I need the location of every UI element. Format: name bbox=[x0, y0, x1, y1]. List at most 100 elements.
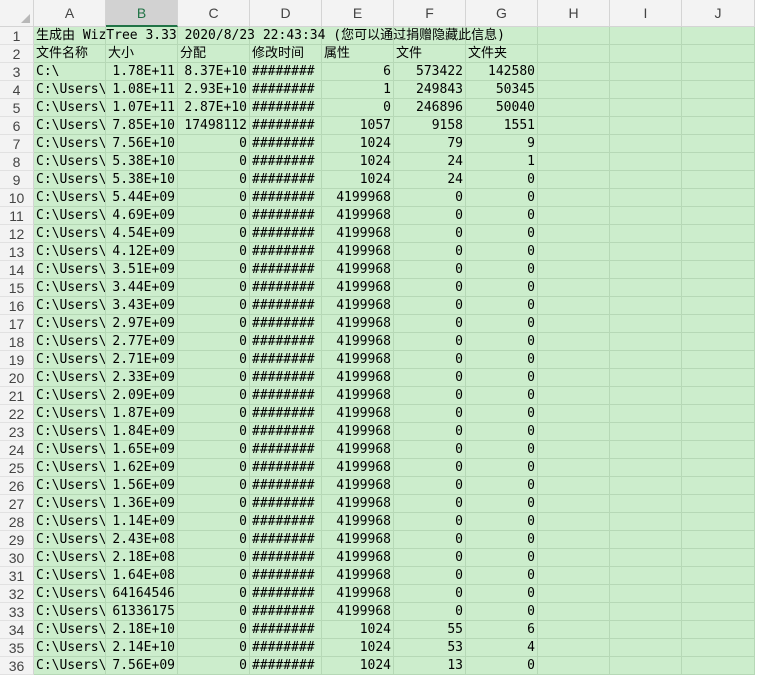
cell-a14[interactable]: C:\Users\ bbox=[34, 261, 106, 279]
cell-g13[interactable]: 0 bbox=[466, 243, 538, 261]
cell-d24[interactable]: ######## bbox=[250, 441, 322, 459]
cell-g7[interactable]: 9 bbox=[466, 135, 538, 153]
cell-b6[interactable]: 7.85E+10 bbox=[106, 117, 178, 135]
cell-b27[interactable]: 1.36E+09 bbox=[106, 495, 178, 513]
cell-a6[interactable]: C:\Users\ bbox=[34, 117, 106, 135]
cell-b29[interactable]: 2.43E+08 bbox=[106, 531, 178, 549]
cell-a11[interactable]: C:\Users\ bbox=[34, 207, 106, 225]
cell-h32[interactable] bbox=[538, 585, 610, 603]
cell-h27[interactable] bbox=[538, 495, 610, 513]
cell-g23[interactable]: 0 bbox=[466, 423, 538, 441]
row-header-27[interactable]: 27 bbox=[0, 495, 34, 513]
cell-j2[interactable] bbox=[682, 45, 755, 63]
cell-a10[interactable]: C:\Users\ bbox=[34, 189, 106, 207]
cell-j12[interactable] bbox=[682, 225, 755, 243]
cell-f24[interactable]: 0 bbox=[394, 441, 466, 459]
cell-h17[interactable] bbox=[538, 315, 610, 333]
cell-i6[interactable] bbox=[610, 117, 682, 135]
cell-b17[interactable]: 2.97E+09 bbox=[106, 315, 178, 333]
row-header-10[interactable]: 10 bbox=[0, 189, 34, 207]
cell-f30[interactable]: 0 bbox=[394, 549, 466, 567]
cell-i21[interactable] bbox=[610, 387, 682, 405]
cell-f35[interactable]: 53 bbox=[394, 639, 466, 657]
cell-f10[interactable]: 0 bbox=[394, 189, 466, 207]
cell-f8[interactable]: 24 bbox=[394, 153, 466, 171]
cell-g29[interactable]: 0 bbox=[466, 531, 538, 549]
cell-b20[interactable]: 2.33E+09 bbox=[106, 369, 178, 387]
cell-a30[interactable]: C:\Users\ bbox=[34, 549, 106, 567]
cell-d11[interactable]: ######## bbox=[250, 207, 322, 225]
cell-g5[interactable]: 50040 bbox=[466, 99, 538, 117]
cell-a35[interactable]: C:\Users\ bbox=[34, 639, 106, 657]
cell-b31[interactable]: 1.64E+08 bbox=[106, 567, 178, 585]
cell-g15[interactable]: 0 bbox=[466, 279, 538, 297]
cell-c6[interactable]: 17498112 bbox=[178, 117, 250, 135]
cell-c21[interactable]: 0 bbox=[178, 387, 250, 405]
row-header-24[interactable]: 24 bbox=[0, 441, 34, 459]
row-header-26[interactable]: 26 bbox=[0, 477, 34, 495]
cell-f6[interactable]: 9158 bbox=[394, 117, 466, 135]
cell-f3[interactable]: 573422 bbox=[394, 63, 466, 81]
cell-d27[interactable]: ######## bbox=[250, 495, 322, 513]
row-header-34[interactable]: 34 bbox=[0, 621, 34, 639]
column-header-e[interactable]: E bbox=[322, 0, 394, 27]
cell-j25[interactable] bbox=[682, 459, 755, 477]
cell-d18[interactable]: ######## bbox=[250, 333, 322, 351]
cell-i25[interactable] bbox=[610, 459, 682, 477]
cell-b33[interactable]: 61336175 bbox=[106, 603, 178, 621]
cell-d32[interactable]: ######## bbox=[250, 585, 322, 603]
cell-d30[interactable]: ######## bbox=[250, 549, 322, 567]
cell-h30[interactable] bbox=[538, 549, 610, 567]
cell-e34[interactable]: 1024 bbox=[322, 621, 394, 639]
cell-c27[interactable]: 0 bbox=[178, 495, 250, 513]
cell-f23[interactable]: 0 bbox=[394, 423, 466, 441]
cell-c36[interactable]: 0 bbox=[178, 657, 250, 675]
cell-c24[interactable]: 0 bbox=[178, 441, 250, 459]
cell-b22[interactable]: 1.87E+09 bbox=[106, 405, 178, 423]
cell-h36[interactable] bbox=[538, 657, 610, 675]
cell-a34[interactable]: C:\Users\ bbox=[34, 621, 106, 639]
cell-b11[interactable]: 4.69E+09 bbox=[106, 207, 178, 225]
cell-g28[interactable]: 0 bbox=[466, 513, 538, 531]
cell-d2[interactable]: 修改时间 bbox=[250, 45, 322, 63]
cell-d9[interactable]: ######## bbox=[250, 171, 322, 189]
cell-h34[interactable] bbox=[538, 621, 610, 639]
row-header-29[interactable]: 29 bbox=[0, 531, 34, 549]
cell-d7[interactable]: ######## bbox=[250, 135, 322, 153]
row-header-16[interactable]: 16 bbox=[0, 297, 34, 315]
cell-e4[interactable]: 1 bbox=[322, 81, 394, 99]
row-header-32[interactable]: 32 bbox=[0, 585, 34, 603]
cell-c17[interactable]: 0 bbox=[178, 315, 250, 333]
row-header-28[interactable]: 28 bbox=[0, 513, 34, 531]
column-header-b[interactable]: B bbox=[106, 0, 178, 27]
cell-d34[interactable]: ######## bbox=[250, 621, 322, 639]
cell-c4[interactable]: 2.93E+10 bbox=[178, 81, 250, 99]
cell-e11[interactable]: 4199968 bbox=[322, 207, 394, 225]
cell-c9[interactable]: 0 bbox=[178, 171, 250, 189]
cell-a8[interactable]: C:\Users\ bbox=[34, 153, 106, 171]
cell-i10[interactable] bbox=[610, 189, 682, 207]
cell-b19[interactable]: 2.71E+09 bbox=[106, 351, 178, 369]
cell-a25[interactable]: C:\Users\ bbox=[34, 459, 106, 477]
cell-a31[interactable]: C:\Users\ bbox=[34, 567, 106, 585]
cell-j19[interactable] bbox=[682, 351, 755, 369]
cell-e27[interactable]: 4199968 bbox=[322, 495, 394, 513]
cell-i14[interactable] bbox=[610, 261, 682, 279]
cell-g27[interactable]: 0 bbox=[466, 495, 538, 513]
row-header-4[interactable]: 4 bbox=[0, 81, 34, 99]
cell-b26[interactable]: 1.56E+09 bbox=[106, 477, 178, 495]
cell-j21[interactable] bbox=[682, 387, 755, 405]
cell-j30[interactable] bbox=[682, 549, 755, 567]
cell-d3[interactable]: ######## bbox=[250, 63, 322, 81]
cell-i16[interactable] bbox=[610, 297, 682, 315]
cell-h13[interactable] bbox=[538, 243, 610, 261]
cell-g20[interactable]: 0 bbox=[466, 369, 538, 387]
cell-j1[interactable] bbox=[682, 27, 755, 45]
cell-j9[interactable] bbox=[682, 171, 755, 189]
cell-e30[interactable]: 4199968 bbox=[322, 549, 394, 567]
cell-h1[interactable] bbox=[538, 27, 610, 45]
cell-b25[interactable]: 1.62E+09 bbox=[106, 459, 178, 477]
cell-f12[interactable]: 0 bbox=[394, 225, 466, 243]
cell-j18[interactable] bbox=[682, 333, 755, 351]
cell-f17[interactable]: 0 bbox=[394, 315, 466, 333]
